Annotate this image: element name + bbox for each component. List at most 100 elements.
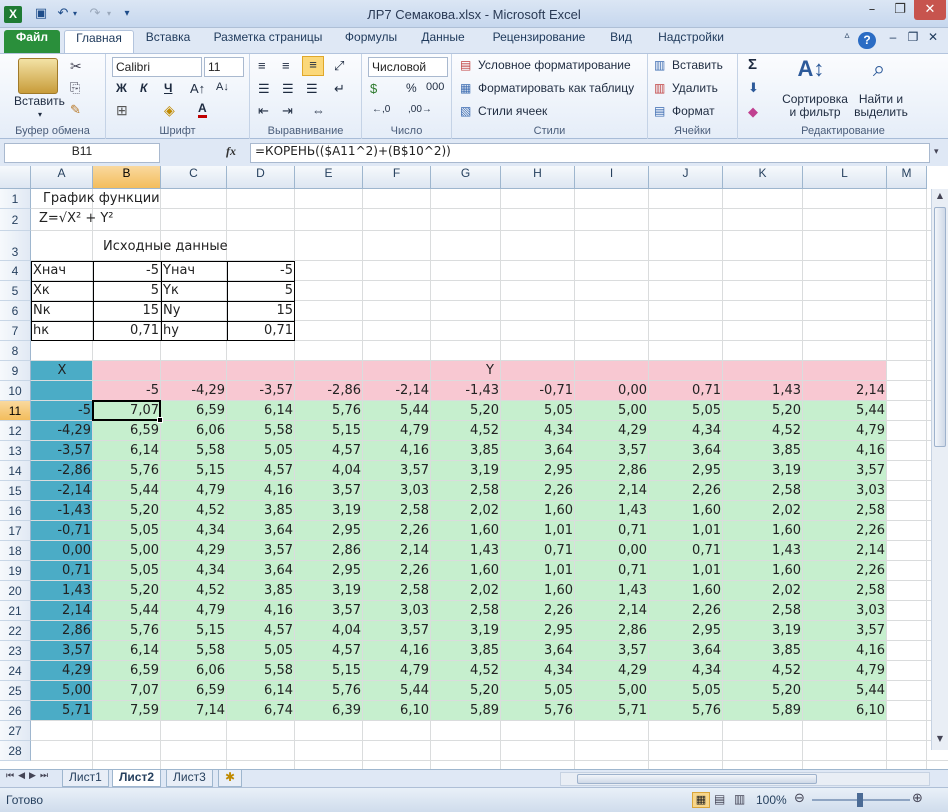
z-value-cell[interactable]: 3,85 xyxy=(723,641,803,661)
z-value-cell[interactable]: 4,34 xyxy=(501,421,575,441)
row-header-24[interactable]: 24 xyxy=(0,661,31,681)
z-value-cell[interactable]: 4,16 xyxy=(803,641,887,661)
z-value-cell[interactable]: 5,76 xyxy=(295,401,363,421)
z-value-cell[interactable]: 2,02 xyxy=(431,581,501,601)
z-value-cell[interactable]: 5,76 xyxy=(93,461,161,481)
column-header-j[interactable]: J xyxy=(649,166,723,189)
row-header-26[interactable]: 26 xyxy=(0,701,31,721)
z-value-cell[interactable]: 1,60 xyxy=(431,521,501,541)
z-value-cell[interactable]: 1,01 xyxy=(501,521,575,541)
tab-review[interactable]: Рецензирование xyxy=(480,30,598,53)
scroll-down-icon[interactable]: ▼ xyxy=(934,734,946,748)
cell-styles-button[interactable]: Стили ячеек xyxy=(478,104,547,118)
z-value-cell[interactable]: 0,71 xyxy=(649,541,723,561)
y-value-cell[interactable]: -2,86 xyxy=(295,381,363,401)
section-title-cell[interactable]: Исходные данные xyxy=(93,231,295,261)
z-value-cell[interactable]: 4,29 xyxy=(575,661,649,681)
x-value-cell[interactable]: 0,71 xyxy=(31,561,93,581)
row-header-14[interactable]: 14 xyxy=(0,461,31,481)
align-middle-icon[interactable]: ≡ xyxy=(282,58,290,73)
z-value-cell[interactable]: 3,57 xyxy=(295,601,363,621)
column-header-i[interactable]: I xyxy=(575,166,649,189)
z-value-cell[interactable]: 3,03 xyxy=(363,481,431,501)
row-header-8[interactable]: 8 xyxy=(0,341,31,361)
z-value-cell[interactable]: 3,85 xyxy=(723,441,803,461)
autosum-button[interactable]: Σ xyxy=(748,56,757,73)
z-value-cell[interactable]: 7,07 xyxy=(93,681,161,701)
normal-view-icon[interactable]: ▦ xyxy=(692,792,710,808)
z-value-cell[interactable]: 5,44 xyxy=(803,681,887,701)
vertical-scroll-thumb[interactable] xyxy=(934,207,946,447)
z-value-cell[interactable]: 6,06 xyxy=(161,421,227,441)
tab-home[interactable]: Главная xyxy=(64,30,134,53)
z-value-cell[interactable]: 1,60 xyxy=(723,521,803,541)
z-value-cell[interactable]: 5,15 xyxy=(161,461,227,481)
close-icon[interactable]: ✕ xyxy=(914,0,946,20)
z-value-cell[interactable]: 4,52 xyxy=(723,421,803,441)
horizontal-scrollbar[interactable] xyxy=(560,772,930,786)
z-value-cell[interactable]: 5,20 xyxy=(431,681,501,701)
row-header-2[interactable]: 2 xyxy=(0,209,31,231)
z-value-cell[interactable]: 4,52 xyxy=(431,661,501,681)
z-value-cell[interactable]: 0,00 xyxy=(575,541,649,561)
x-value-cell[interactable]: -4,29 xyxy=(31,421,93,441)
align-right-icon[interactable]: ☰ xyxy=(306,81,318,97)
z-value-cell[interactable]: 4,16 xyxy=(227,481,295,501)
z-value-cell[interactable]: 1,01 xyxy=(649,561,723,581)
sort-filter-line2[interactable]: и фильтр xyxy=(778,105,852,119)
sheet-tab-3[interactable]: Лист3 xyxy=(166,770,213,787)
param-value-cell[interactable]: 0,71 xyxy=(93,321,161,341)
insert-sheet-icon[interactable]: ✱ xyxy=(218,770,243,787)
z-value-cell[interactable]: 5,15 xyxy=(161,621,227,641)
z-value-cell[interactable]: 4,79 xyxy=(161,481,227,501)
decrease-indent-icon[interactable]: ⇤ xyxy=(258,103,269,119)
tab-data[interactable]: Данные xyxy=(412,30,474,53)
z-value-cell[interactable]: 6,39 xyxy=(295,701,363,721)
z-value-cell[interactable]: 5,44 xyxy=(363,401,431,421)
z-value-cell[interactable]: 6,59 xyxy=(93,421,161,441)
cut-icon[interactable]: ✂ xyxy=(70,58,82,75)
z-value-cell[interactable]: 2,14 xyxy=(575,481,649,501)
align-top-icon[interactable]: ≡ xyxy=(258,58,266,73)
z-value-cell[interactable]: 1,43 xyxy=(431,541,501,561)
z-value-cell[interactable]: 4,52 xyxy=(161,581,227,601)
increase-decimal-icon[interactable]: ←,0 xyxy=(372,104,390,115)
column-header-h[interactable]: H xyxy=(501,166,575,189)
row-header-5[interactable]: 5 xyxy=(0,281,31,301)
z-value-cell[interactable]: 2,58 xyxy=(723,481,803,501)
name-box[interactable]: B11 xyxy=(4,143,160,163)
param-value-cell[interactable]: 5 xyxy=(93,281,161,301)
row-header-3[interactable]: 3 xyxy=(0,231,31,261)
x-value-cell[interactable]: 1,43 xyxy=(31,581,93,601)
zoom-level[interactable]: 100% xyxy=(756,793,787,807)
z-value-cell[interactable]: 3,57 xyxy=(803,461,887,481)
z-value-cell[interactable]: 2,02 xyxy=(723,501,803,521)
z-value-cell[interactable]: 5,20 xyxy=(93,501,161,521)
z-value-cell[interactable]: 4,52 xyxy=(161,501,227,521)
z-value-cell[interactable]: 2,26 xyxy=(501,481,575,501)
z-value-cell[interactable]: 4,57 xyxy=(295,641,363,661)
param-value-cell[interactable]: 5 xyxy=(227,281,295,301)
y-value-cell[interactable]: 1,43 xyxy=(723,381,803,401)
z-value-cell[interactable]: 5,58 xyxy=(161,641,227,661)
z-value-cell[interactable]: 3,03 xyxy=(803,601,887,621)
borders-icon[interactable]: ⊞ xyxy=(116,102,128,119)
column-header-k[interactable]: K xyxy=(723,166,803,189)
z-value-cell[interactable]: 5,89 xyxy=(723,701,803,721)
z-value-cell[interactable]: 5,05 xyxy=(93,561,161,581)
z-value-cell[interactable]: 4,79 xyxy=(363,661,431,681)
z-value-cell[interactable]: 1,01 xyxy=(649,521,723,541)
row-header-16[interactable]: 16 xyxy=(0,501,31,521)
scroll-up-icon[interactable]: ▲ xyxy=(934,191,946,205)
z-value-cell[interactable]: 3,64 xyxy=(227,521,295,541)
row-header-20[interactable]: 20 xyxy=(0,581,31,601)
row-header-18[interactable]: 18 xyxy=(0,541,31,561)
y-value-cell[interactable]: 2,14 xyxy=(803,381,887,401)
row-header-17[interactable]: 17 xyxy=(0,521,31,541)
z-value-cell[interactable]: 6,59 xyxy=(161,401,227,421)
z-value-cell[interactable]: 3,19 xyxy=(431,461,501,481)
z-value-cell[interactable]: 6,14 xyxy=(93,441,161,461)
increase-indent-icon[interactable]: ⇥ xyxy=(282,103,293,119)
z-value-cell[interactable]: 2,58 xyxy=(803,581,887,601)
z-value-cell[interactable]: 6,14 xyxy=(227,681,295,701)
